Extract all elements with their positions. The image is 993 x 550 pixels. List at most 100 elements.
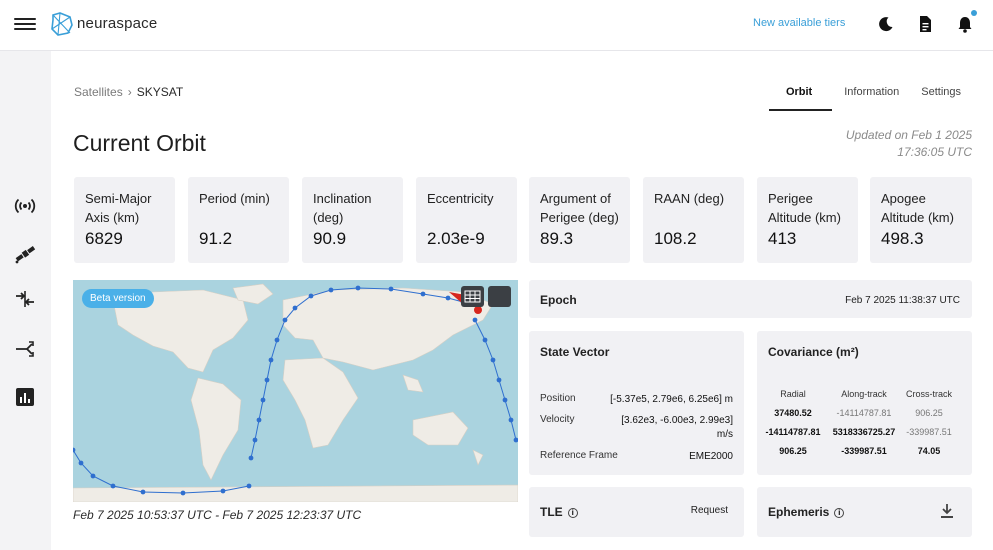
covariance-cell: -339987.51	[841, 446, 887, 456]
tab-settings[interactable]: Settings	[911, 81, 971, 111]
menu-icon[interactable]	[14, 15, 36, 33]
track-point	[246, 483, 252, 489]
current-position-marker[interactable]	[474, 306, 482, 314]
covariance-cell: -339987.51	[906, 427, 952, 437]
breadcrumb: Satellites › SKYSAT	[74, 85, 183, 99]
reference-frame-value: EME2000	[689, 451, 733, 462]
notifications-button[interactable]	[955, 10, 977, 34]
track-point	[78, 460, 84, 466]
track-point	[508, 417, 514, 423]
metric-label: Semi-Major Axis (km)	[85, 191, 152, 225]
velocity-value: [3.62e3, -6.00e3, 2.99e3] m/s	[621, 414, 733, 442]
track-point	[110, 483, 116, 489]
track-point	[388, 286, 394, 292]
orbit-track	[73, 285, 518, 496]
metric-label: Inclination (deg)	[313, 191, 372, 225]
metric-semi-major-axis: Semi-Major Axis (km) 6829	[74, 177, 175, 263]
breadcrumb-current: SKYSAT	[136, 85, 184, 99]
tle-label: TLE	[540, 505, 563, 519]
covariance-cell: -14114787.81	[765, 427, 821, 437]
sidebar	[0, 51, 51, 550]
layer-toggle-button[interactable]	[488, 286, 511, 307]
state-vector-title: State Vector	[540, 345, 610, 359]
covariance-header-radial: Radial	[780, 389, 806, 399]
metric-value: 6829	[85, 229, 123, 248]
ephemeris-label: Ephemeris	[768, 505, 830, 519]
metric-value: 108.2	[654, 229, 697, 248]
velocity-label: Velocity	[540, 414, 575, 425]
track-point	[90, 473, 96, 479]
tab-orbit[interactable]: Orbit	[768, 81, 833, 111]
top-bar: neuraspace New available tiers	[0, 0, 993, 51]
track-point	[73, 447, 76, 453]
grid-toggle-button[interactable]	[461, 286, 484, 307]
tle-card: TLE i Request	[529, 487, 744, 537]
moon-icon[interactable]	[876, 14, 896, 34]
epoch-value: Feb 7 2025 11:38:37 UTC	[845, 295, 960, 306]
track-line	[73, 449, 250, 494]
track-point	[282, 317, 288, 323]
info-icon[interactable]: i	[567, 508, 578, 518]
track-point	[513, 437, 518, 443]
tle-title: TLE i	[540, 505, 578, 519]
satellite-icon[interactable]	[13, 242, 37, 266]
tle-request-button[interactable]: Request	[691, 505, 728, 516]
reference-frame-label: Reference Frame	[540, 450, 618, 461]
metric-value: 91.2	[199, 229, 233, 248]
metric-eccentricity: Eccentricity 2.03e-9	[416, 177, 517, 263]
neuraspace-logo-icon[interactable]	[50, 11, 74, 37]
track-line	[250, 287, 464, 459]
metric-label: Apogee Altitude (km)	[881, 191, 954, 225]
ground-track-map[interactable]: Beta version	[73, 280, 518, 502]
track-point	[248, 455, 254, 461]
covariance-cell: 5318336725.27	[832, 427, 896, 437]
metric-value: 413	[768, 229, 797, 248]
metric-perigee-altitude: Perigee Altitude (km) 413	[757, 177, 858, 263]
metric-label: RAAN (deg)	[654, 191, 725, 206]
metric-label: Eccentricity	[427, 191, 494, 206]
covariance-cell: 906.25	[779, 446, 807, 456]
breadcrumb-parent[interactable]: Satellites	[74, 85, 123, 99]
metric-label: Perigee Altitude (km)	[768, 191, 841, 225]
ephemeris-title: Ephemeris i	[768, 505, 845, 519]
bar-chart-icon[interactable]	[13, 385, 37, 409]
metric-period: Period (min) 91.2	[188, 177, 289, 263]
new-tiers-link[interactable]: New available tiers	[753, 17, 845, 29]
bell-icon	[958, 17, 972, 33]
track-point	[264, 377, 270, 383]
ephemeris-card: Ephemeris i	[757, 487, 972, 537]
download-icon[interactable]	[940, 503, 954, 519]
updated-time: 17:36:05 UTC	[897, 145, 972, 159]
updated-date: Updated on Feb 1 2025	[845, 128, 972, 142]
track-point	[445, 295, 451, 301]
track-point	[180, 490, 186, 496]
track-point	[260, 397, 266, 403]
track-point	[496, 377, 502, 383]
antenna-icon[interactable]	[13, 194, 37, 218]
updated-timestamp: Updated on Feb 1 2025 17:36:05 UTC	[846, 127, 972, 161]
covariance-cell: 906.25	[915, 408, 943, 418]
tab-information[interactable]: Information	[834, 81, 909, 111]
main-content: Satellites › SKYSAT Orbit Information Sett…	[51, 51, 993, 550]
covariance-cell: -14114787.81	[836, 408, 892, 418]
covariance-header-cross-track: Cross-track	[905, 389, 952, 399]
metric-argument-of-perigee: Argument of Perigee (deg) 89.3	[529, 177, 630, 263]
position-label: Position	[540, 393, 576, 404]
metric-value: 90.9	[313, 229, 347, 248]
share-arrows-icon[interactable]	[13, 337, 37, 361]
velocity-vector: [3.62e3, -6.00e3, 2.99e3]	[621, 415, 733, 426]
metric-label: Argument of Perigee (deg)	[540, 191, 619, 225]
info-icon[interactable]: i	[834, 508, 845, 518]
page-title: Current Orbit	[73, 130, 206, 156]
track-point	[308, 293, 314, 299]
position-value: [-5.37e5, 2.79e6, 6.25e6] m	[610, 394, 733, 405]
covariance-cell: 74.05	[917, 446, 941, 456]
document-icon[interactable]	[915, 14, 935, 34]
covariance-cell: 37480.52	[774, 408, 812, 418]
arrows-merge-icon[interactable]	[13, 287, 37, 311]
map-time-range: Feb 7 2025 10:53:37 UTC - Feb 7 2025 12:…	[73, 508, 362, 522]
beta-badge[interactable]: Beta version	[82, 289, 154, 308]
track-point	[292, 305, 298, 311]
metric-label: Period (min)	[199, 191, 270, 206]
track-point	[256, 417, 262, 423]
